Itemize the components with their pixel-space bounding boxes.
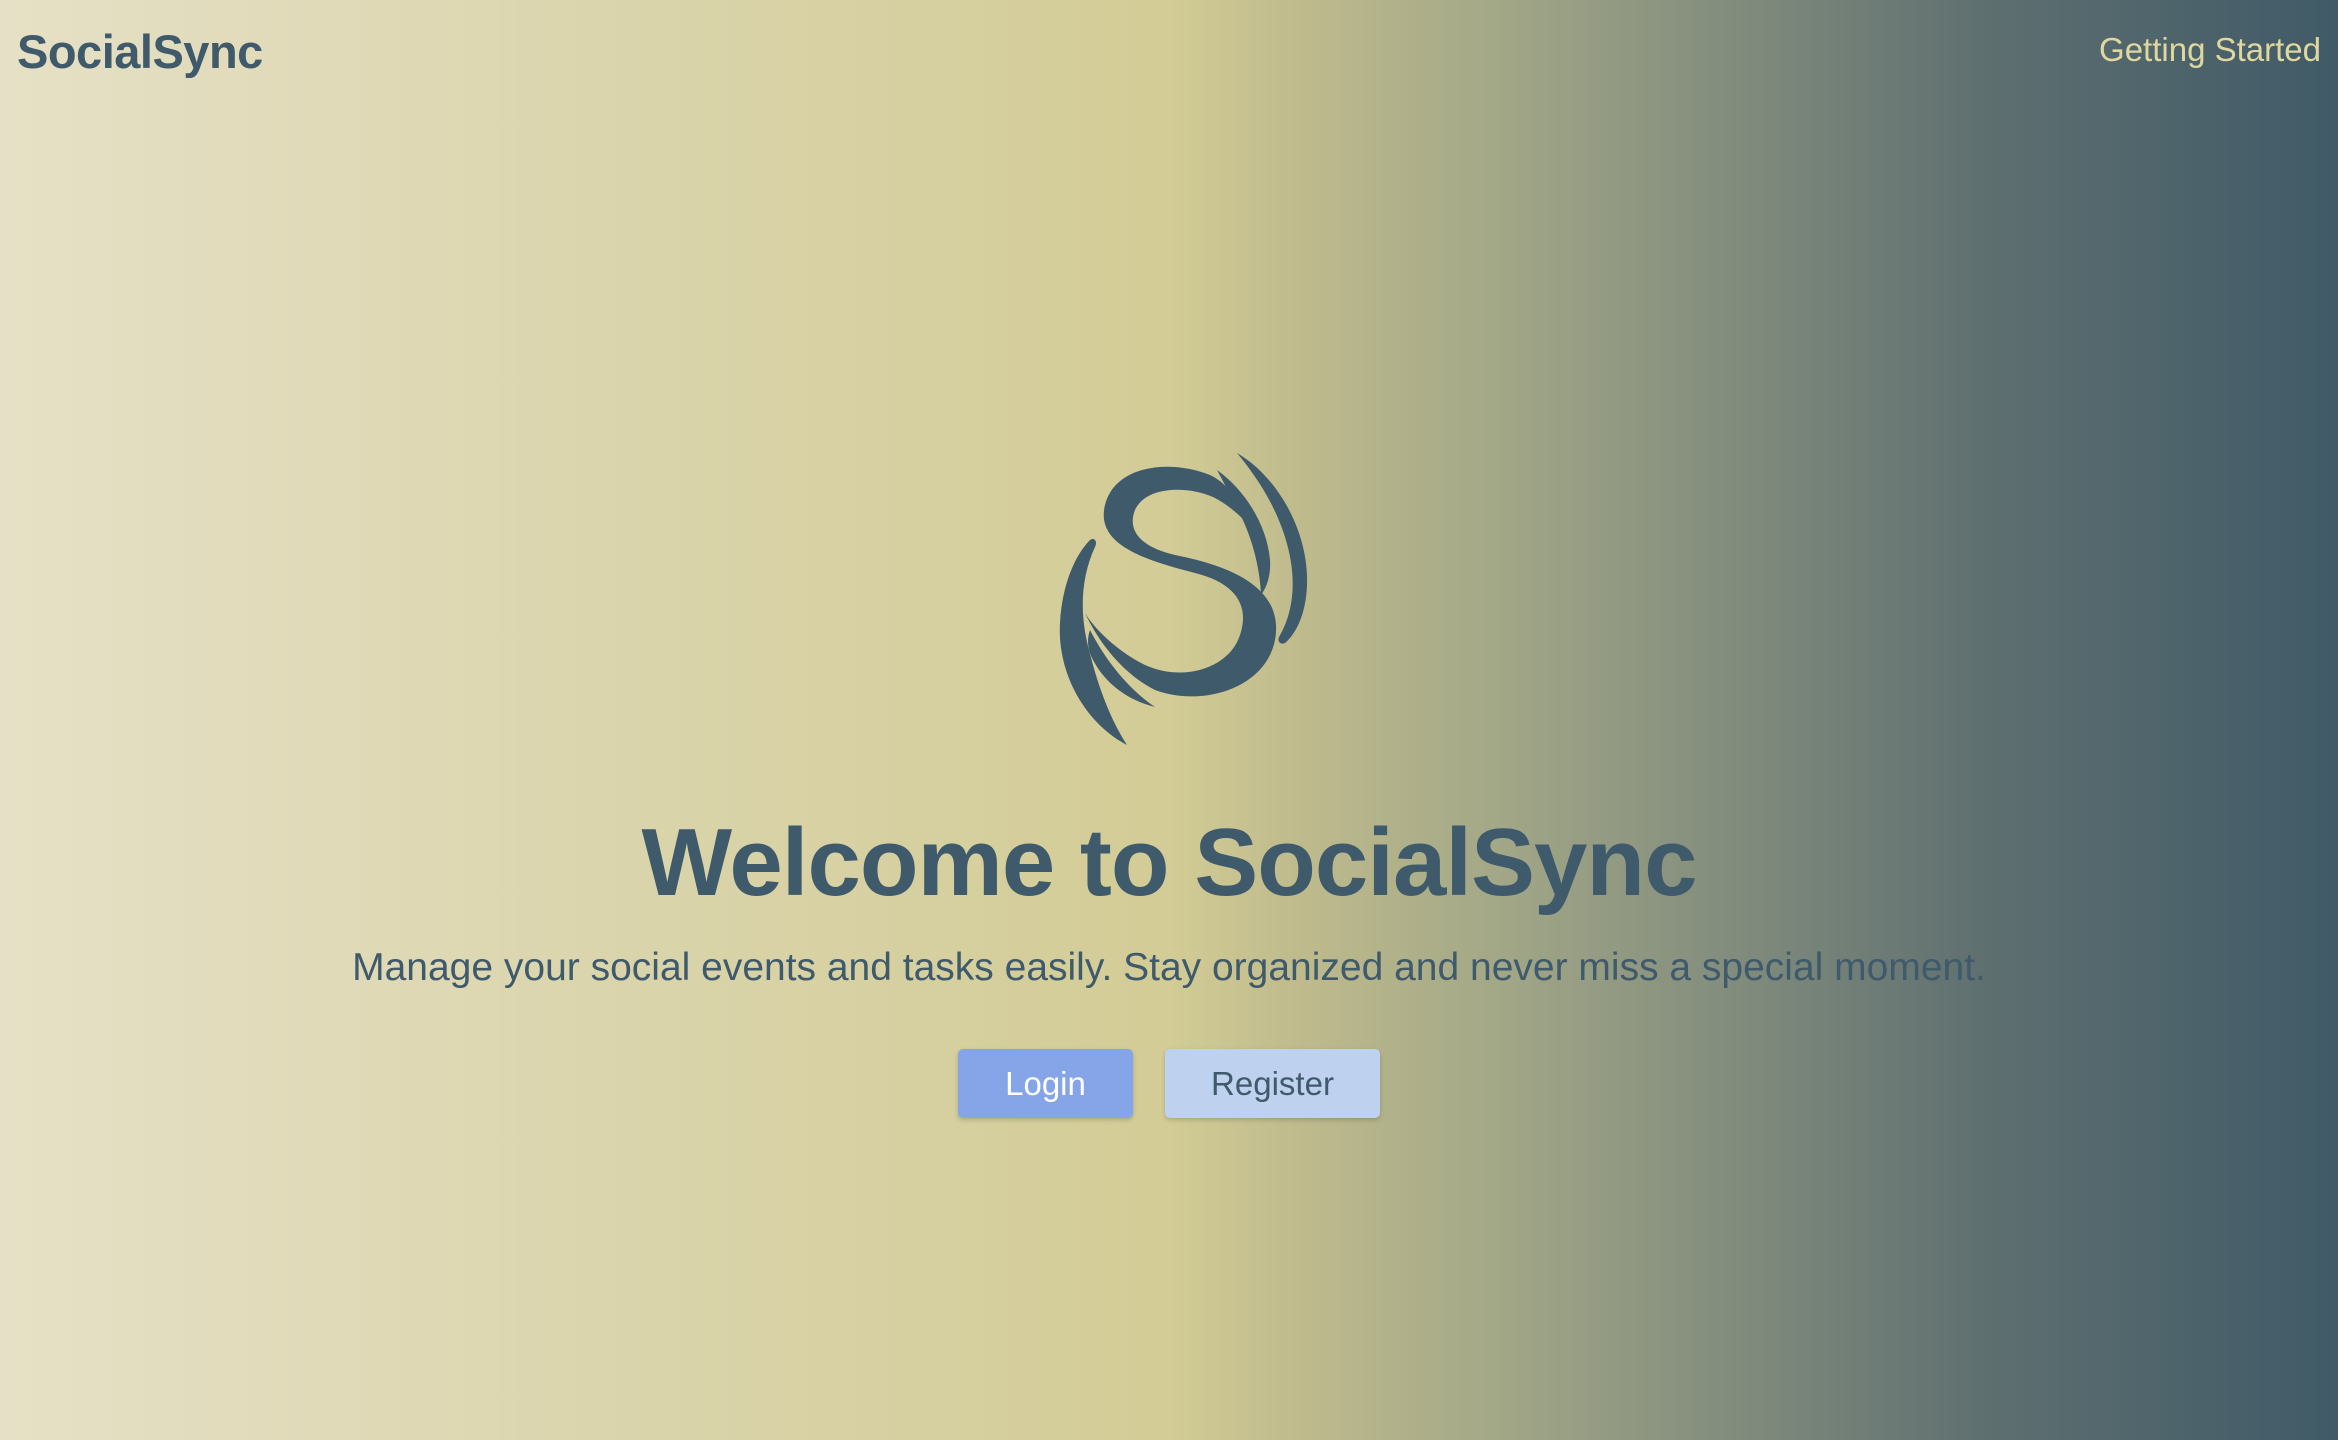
hero-subtitle: Manage your social events and tasks easi…	[352, 946, 1986, 989]
brand-logo-text[interactable]: SocialSync	[17, 22, 263, 82]
welcome-heading: Welcome to SocialSync	[641, 809, 1698, 916]
register-button[interactable]: Register	[1165, 1049, 1380, 1118]
login-button[interactable]: Login	[958, 1049, 1133, 1118]
getting-started-link[interactable]: Getting Started	[2099, 28, 2321, 72]
socialsync-logo-icon	[1059, 453, 1308, 745]
